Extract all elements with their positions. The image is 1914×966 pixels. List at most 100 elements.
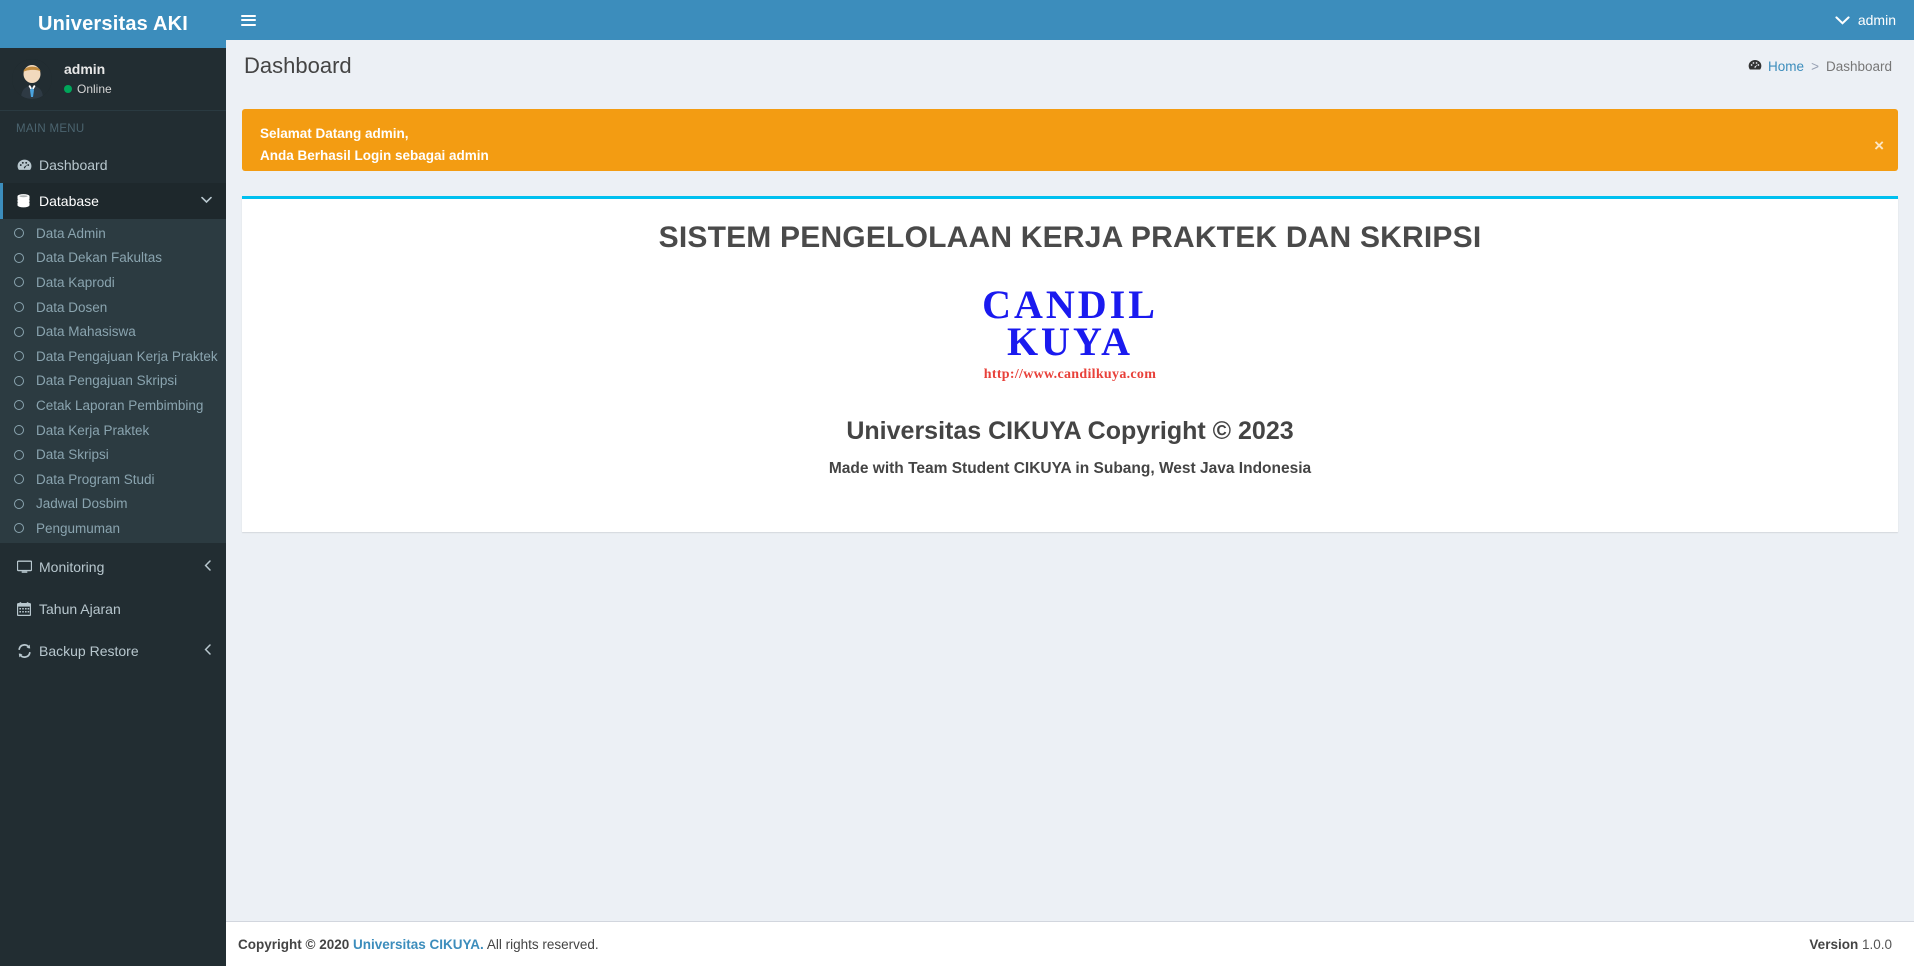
circle-o-icon [14, 400, 36, 411]
sidebar-item-label: Tahun Ajaran [39, 600, 121, 617]
sidebar-item-label: Database [39, 193, 99, 209]
sidebar-item-label: Backup Restore [39, 642, 139, 659]
circle-o-icon [14, 326, 36, 337]
sidebar-subitem-data-mahasiswa[interactable]: Data Mahasiswa [0, 319, 226, 344]
user-panel: admin Online [0, 48, 226, 111]
user-avatar-icon [12, 59, 52, 99]
user-status: Online [64, 81, 112, 97]
page-title: Dashboard [244, 53, 352, 78]
breadcrumb: Home > Dashboard [1748, 59, 1892, 74]
calendar-icon [17, 601, 39, 616]
circle-o-icon [14, 252, 36, 263]
circle-o-icon [14, 523, 36, 534]
user-info: admin Online [64, 60, 112, 97]
alert-line-2: Anda Berhasil Login sebagai admin [260, 148, 489, 164]
top-navbar: admin [226, 0, 1914, 40]
user-status-label: Online [77, 82, 112, 97]
sidebar-subitem-jadwal-dosbim[interactable]: Jadwal Dosbim [0, 492, 226, 517]
sidebar-subitem-label: Data Pengajuan Kerja Praktek [36, 348, 218, 364]
sidebar-subitem-data-pengajuan-skripsi[interactable]: Data Pengajuan Skripsi [0, 369, 226, 394]
circle-o-icon [14, 425, 36, 436]
alert-line-1: Selamat Datang admin, [260, 126, 409, 141]
database-icon [17, 193, 39, 209]
circle-o-icon [14, 351, 36, 362]
footer-copyright-prefix: Copyright © 2020 [238, 936, 350, 952]
chevron-down-icon [1835, 14, 1850, 27]
card-copyright-sub: Made with Team Student CIKUYA in Subang,… [828, 459, 1312, 477]
desktop-icon [17, 560, 39, 574]
tachometer-icon [1748, 59, 1762, 74]
sidebar-subitem-label: Jadwal Dosbim [36, 496, 128, 512]
app-root: Universitas AKI admin Online MAIN MENU D… [0, 0, 1914, 966]
sidebar-subitem-label: Data Kaprodi [36, 274, 115, 290]
sidebar-subitem-label: Data Pengajuan Skripsi [36, 373, 178, 389]
breadcrumb-current: Dashboard [1825, 58, 1892, 74]
sidebar-subitem-label: Cetak Laporan Pembimbing [36, 397, 204, 413]
brand-title: Universitas AKI [37, 12, 189, 35]
circle-o-icon [14, 375, 36, 386]
close-icon[interactable]: × [1874, 137, 1884, 154]
chevron-left-icon [204, 643, 212, 658]
hamburger-icon [241, 12, 256, 28]
sidebar-item-backup-restore[interactable]: Backup Restore [0, 633, 226, 669]
page-footer: Copyright © 2020 Universitas CIKUYA. All… [226, 921, 1914, 966]
sidebar-subitem-label: Data Mahasiswa [36, 324, 136, 340]
sidebar-subitem-label: Data Program Studi [36, 471, 155, 487]
circle-o-icon [14, 277, 36, 288]
sidebar-subitem-data-kerja-praktek[interactable]: Data Kerja Praktek [0, 418, 226, 443]
sidebar: Universitas AKI admin Online MAIN MENU D… [0, 0, 226, 966]
sidebar-subitem-data-kaprodi[interactable]: Data Kaprodi [0, 270, 226, 295]
footer-version-value: 1.0.0 [1861, 936, 1892, 952]
sidebar-subitem-label: Data Admin [36, 225, 106, 241]
logo-url-text: http://www.candilkuya.com [983, 366, 1157, 382]
breadcrumb-separator: > [1811, 58, 1819, 74]
avatar [12, 59, 52, 99]
sidebar-item-dashboard[interactable]: Dashboard [0, 147, 226, 183]
breadcrumb-home-label: Home [1768, 58, 1805, 74]
circle-o-icon [14, 449, 36, 460]
chevron-down-icon [201, 195, 212, 207]
sidebar-subitem-label: Data Kerja Praktek [36, 422, 150, 438]
sidebar-subitem-cetak-laporan-pembimbing[interactable]: Cetak Laporan Pembimbing [0, 393, 226, 418]
sidebar-item-tahun-ajaran[interactable]: Tahun Ajaran [0, 591, 226, 627]
sidebar-subitem-data-skripsi[interactable]: Data Skripsi [0, 442, 226, 467]
tachometer-icon [17, 158, 39, 172]
sidebar-item-label: Monitoring [39, 558, 105, 575]
brand-logo[interactable]: Universitas AKI [0, 0, 226, 48]
sidebar-subitem-label: Pengumuman [36, 520, 121, 536]
sidebar-subitem-data-dosen[interactable]: Data Dosen [0, 295, 226, 320]
sidebar-subitem-label: Data Dekan Fakultas [36, 250, 163, 266]
sidebar-item-monitoring[interactable]: Monitoring [0, 549, 226, 585]
dashboard-card-body: SISTEM PENGELOLAAN KERJA PRAKTEK DAN SKR… [242, 199, 1898, 478]
breadcrumb-home[interactable]: Home [1748, 59, 1804, 74]
welcome-alert: Selamat Datang admin, Anda Berhasil Logi… [242, 109, 1898, 171]
circle-o-icon [14, 474, 36, 485]
footer-version: Version 1.0.0 [1809, 937, 1892, 952]
system-title: SISTEM PENGELOLAAN KERJA PRAKTEK DAN SKR… [658, 221, 1482, 254]
circle-o-icon [14, 498, 36, 509]
refresh-icon [17, 643, 39, 658]
user-menu-dropdown[interactable]: admin [1835, 12, 1914, 28]
sidebar-submenu-database: Data Admin Data Dekan Fakultas Data Kapr… [0, 219, 226, 543]
logo-line-2: KUYA [1006, 318, 1134, 364]
sidebar-subitem-data-dekan-fakultas[interactable]: Data Dekan Fakultas [0, 246, 226, 271]
candilkuya-logo: CANDIL KUYA http://www.candilkuya.com [242, 285, 1898, 383]
sidebar-item-label: Dashboard [39, 157, 108, 173]
footer-link-universitas-cikuya[interactable]: Universitas CIKUYA. [353, 937, 484, 952]
sidebar-toggle-button[interactable] [226, 0, 271, 40]
sidebar-subitem-data-pengajuan-kerja-praktek[interactable]: Data Pengajuan Kerja Praktek [0, 344, 226, 369]
circle-o-icon [14, 228, 36, 239]
sidebar-subitem-data-admin[interactable]: Data Admin [0, 221, 226, 246]
card-copyright-main: Universitas CIKUYA Copyright © 2023 [846, 416, 1294, 445]
online-dot-icon [64, 85, 72, 94]
footer-rights-text: All rights reserved. [483, 936, 599, 952]
dashboard-card: SISTEM PENGELOLAAN KERJA PRAKTEK DAN SKR… [242, 196, 1898, 532]
sidebar-subitem-pengumuman[interactable]: Pengumuman [0, 516, 226, 541]
chevron-left-icon [204, 559, 212, 574]
user-menu-label: admin [1857, 12, 1896, 28]
content-header: Dashboard Home > Dashboard [226, 40, 1914, 92]
menu-section-header: MAIN MENU [16, 123, 85, 135]
footer-version-label: Version [1809, 936, 1859, 952]
sidebar-item-database[interactable]: Database [0, 183, 226, 219]
sidebar-subitem-data-program-studi[interactable]: Data Program Studi [0, 467, 226, 492]
